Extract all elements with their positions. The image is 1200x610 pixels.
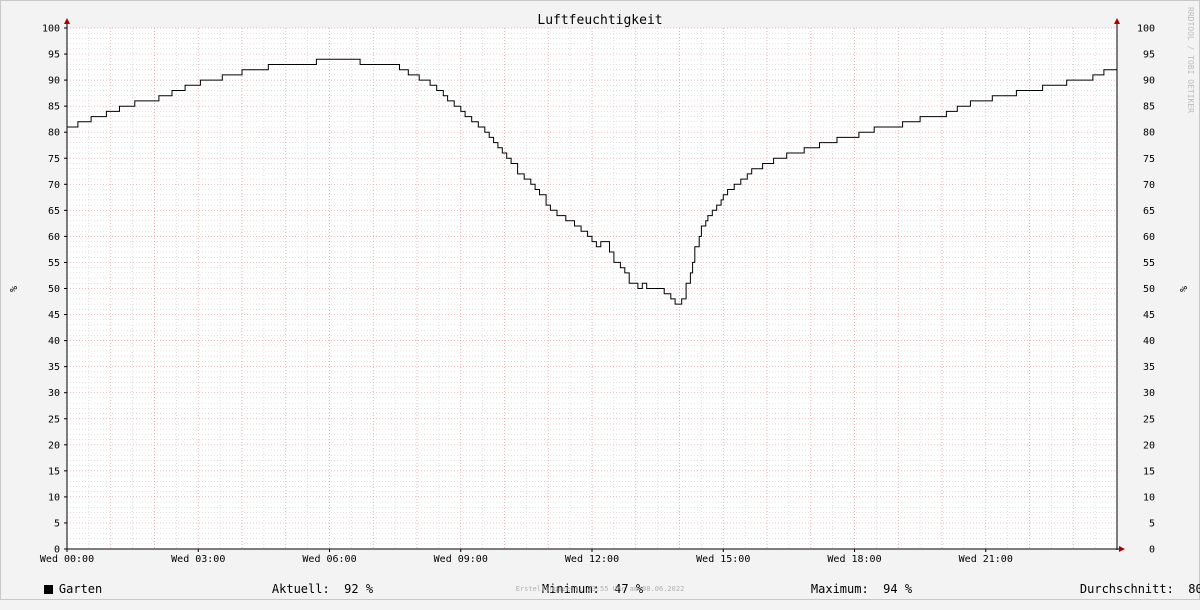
y-tick-label-right: 35: [1143, 362, 1155, 373]
chart-canvas: Luftfeuchtigkeit % % RRDTOOL / TOBI OETI…: [7, 7, 1195, 565]
chart-title: Luftfeuchtigkeit: [537, 13, 662, 28]
y-tick-label-right: 90: [1143, 76, 1155, 87]
y-tick-label-right: 40: [1143, 336, 1155, 347]
x-tick-label: Wed 09:00: [434, 554, 488, 565]
y-tick-label-right: 30: [1143, 388, 1155, 399]
y-tick-label-right: 45: [1143, 310, 1155, 321]
x-axis-arrow: [1119, 546, 1125, 552]
y-tick-label-left: 30: [48, 388, 60, 399]
y-tick-label-right: 65: [1143, 206, 1155, 217]
legend: Garten Aktuell: 92 % Minimum: 47 % Maxim…: [0, 566, 1200, 596]
x-tick-label: Wed 06:00: [302, 554, 356, 565]
y-tick-label-left: 90: [48, 76, 60, 87]
y-tick-label-right: 70: [1143, 180, 1155, 191]
y-tick-label-right: 85: [1143, 102, 1155, 113]
x-tick-label: Wed 12:00: [565, 554, 619, 565]
y-tick-label-left: 40: [48, 336, 60, 347]
y-tick-label-right: 55: [1143, 258, 1155, 269]
y-tick-label-left: 10: [48, 492, 60, 503]
y-tick-label-right: 10: [1143, 492, 1155, 503]
y-tick-label-right: 100: [1137, 24, 1155, 35]
y-tick-label-left: 25: [48, 414, 60, 425]
x-tick-label: Wed 18:00: [827, 554, 881, 565]
y-tick-label-left: 5: [54, 518, 60, 529]
y-axis-unit-right: %: [1177, 286, 1188, 292]
y-tick-label-left: 75: [48, 154, 60, 165]
y-tick-label-left: 45: [48, 310, 60, 321]
y-tick-label-right: 20: [1143, 440, 1155, 451]
y-tick-label-right: 15: [1143, 466, 1155, 477]
y-tick-label-left: 55: [48, 258, 60, 269]
y-tick-label-left: 80: [48, 128, 60, 139]
y-axis-unit-left: %: [7, 286, 18, 292]
x-tick-label: Wed 21:00: [959, 554, 1013, 565]
x-tick-label: Wed 00:00: [40, 554, 94, 565]
y-tick-label-left: 70: [48, 180, 60, 191]
y-tick-label-right: 50: [1143, 284, 1155, 295]
y-tick-label-left: 35: [48, 362, 60, 373]
creation-timestamp: Erstellungszeit: 23:55 Uhr am 08.06.2022: [515, 585, 685, 593]
y-tick-label-left: 15: [48, 466, 60, 477]
y-axis-arrow-left: [64, 18, 70, 24]
rrdtool-watermark: RRDTOOL / TOBI OETIKER: [1186, 7, 1195, 113]
y-tick-label-right: 5: [1149, 518, 1155, 529]
y-tick-label-left: 20: [48, 440, 60, 451]
y-tick-label-left: 50: [48, 284, 60, 295]
y-tick-label-right: 80: [1143, 128, 1155, 139]
x-tick-label: Wed 03:00: [171, 554, 225, 565]
x-tick-label: Wed 15:00: [696, 554, 750, 565]
y-tick-label-left: 95: [48, 50, 60, 61]
y-tick-label-right: 75: [1143, 154, 1155, 165]
y-tick-label-left: 60: [48, 232, 60, 243]
y-axis-arrow-right: [1114, 18, 1120, 24]
y-tick-label-right: 60: [1143, 232, 1155, 243]
y-tick-label-right: 0: [1149, 545, 1155, 556]
y-tick-label-right: 25: [1143, 414, 1155, 425]
y-tick-label-left: 65: [48, 206, 60, 217]
y-tick-label-left: 85: [48, 102, 60, 113]
y-tick-label-right: 95: [1143, 50, 1155, 61]
y-tick-label-left: 100: [42, 24, 60, 35]
